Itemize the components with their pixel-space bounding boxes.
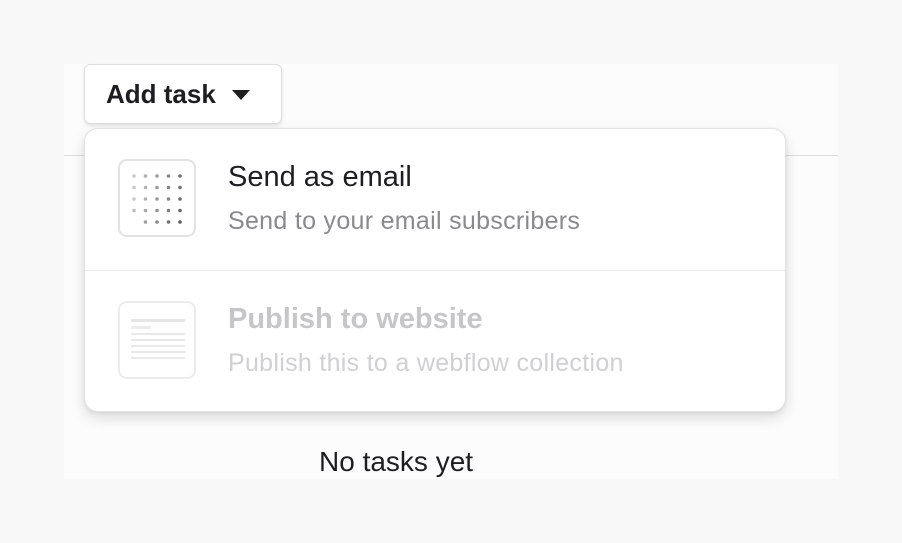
menu-item-send-as-email[interactable]: Send as email Send to your email subscri… xyxy=(85,129,785,270)
menu-item-title: Publish to website xyxy=(228,303,483,335)
menu-item-description: Publish this to a webflow collection xyxy=(228,349,624,377)
add-task-button[interactable]: Add task xyxy=(84,64,282,124)
menu-item-description: Send to your email subscribers xyxy=(228,207,581,235)
menu-item-publish-to-website[interactable]: Publish to website Publish this to a web… xyxy=(85,270,785,411)
add-task-label: Add task xyxy=(106,78,216,109)
menu-item-title: Send as email xyxy=(228,161,412,193)
document-lines-icon xyxy=(118,301,196,379)
add-task-menu: Send as email Send to your email subscri… xyxy=(84,128,786,412)
caret-down-icon xyxy=(231,90,250,100)
dot-grid-icon xyxy=(118,159,196,237)
empty-state-message: No tasks yet xyxy=(319,446,474,477)
